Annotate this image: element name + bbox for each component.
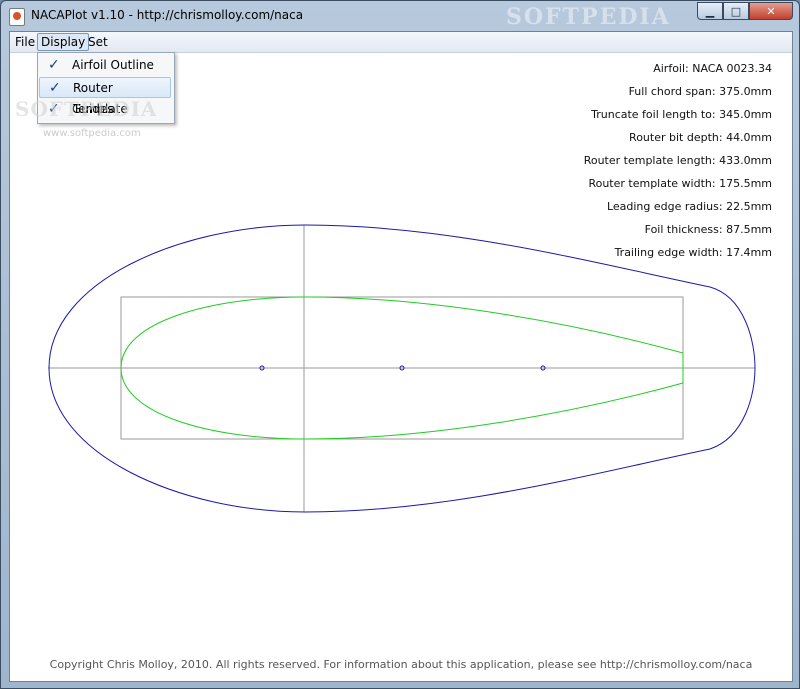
menu-item-airfoil-outline[interactable]: ✓ Airfoil Outline — [39, 55, 171, 76]
info-router-bit-depth: Router bit depth: 44.0mm — [629, 131, 772, 144]
minimize-button[interactable]: ▁ — [697, 2, 723, 20]
copyright-footer: Copyright Chris Molloy, 2010. All rights… — [49, 658, 753, 671]
window-title: NACAPlot v1.10 - http://chrismolloy.com/… — [31, 8, 304, 22]
info-truncate-length: Truncate foil length to: 345.0mm — [591, 108, 772, 121]
menu-display[interactable]: Display — [37, 33, 90, 51]
info-leading-edge-radius: Leading edge radius: 22.5mm — [606, 200, 772, 213]
info-chord-span: Full chord span: 375.0mm — [628, 85, 772, 98]
checkmark-icon: ✓ — [49, 80, 61, 96]
plot-area: File Display Set ✓ Airfoil Outline ✓ Rou… — [9, 31, 793, 682]
title-bar[interactable]: NACAPlot v1.10 - http://chrismolloy.com/… — [1, 1, 799, 31]
maximize-button[interactable]: □ — [723, 2, 749, 20]
softpedia-logo-overlay: SOFTPEDIA — [15, 97, 158, 121]
menu-set[interactable]: Set — [85, 33, 111, 51]
menu-item-label: Airfoil Outline — [72, 58, 154, 72]
softpedia-url-overlay: www.softpedia.com — [43, 128, 141, 139]
menu-item-router-template[interactable]: ✓ Router Template — [39, 77, 171, 116]
info-airfoil: Airfoil: NACA 0023.34 — [653, 62, 772, 75]
caption-buttons: ▁ □ ✕ — [697, 2, 793, 20]
checkmark-icon: ✓ — [48, 57, 60, 73]
softpedia-watermark: SOFTPEDIA — [506, 4, 671, 30]
info-template-width: Router template width: 175.5mm — [588, 177, 772, 190]
menu-bar: File Display Set — [10, 32, 792, 53]
airfoil-info-panel: Airfoil: NACA 0023.34 Full chord span: 3… — [584, 62, 772, 269]
info-trailing-edge-width: Trailing edge width: 17.4mm — [614, 246, 772, 259]
menu-file[interactable]: File — [12, 33, 38, 51]
java-app-icon[interactable] — [9, 8, 25, 26]
info-template-length: Router template length: 433.0mm — [583, 154, 772, 167]
info-foil-thickness: Foil thickness: 87.5mm — [644, 223, 772, 236]
app-window: NACAPlot v1.10 - http://chrismolloy.com/… — [0, 0, 800, 689]
close-button[interactable]: ✕ — [749, 2, 793, 20]
